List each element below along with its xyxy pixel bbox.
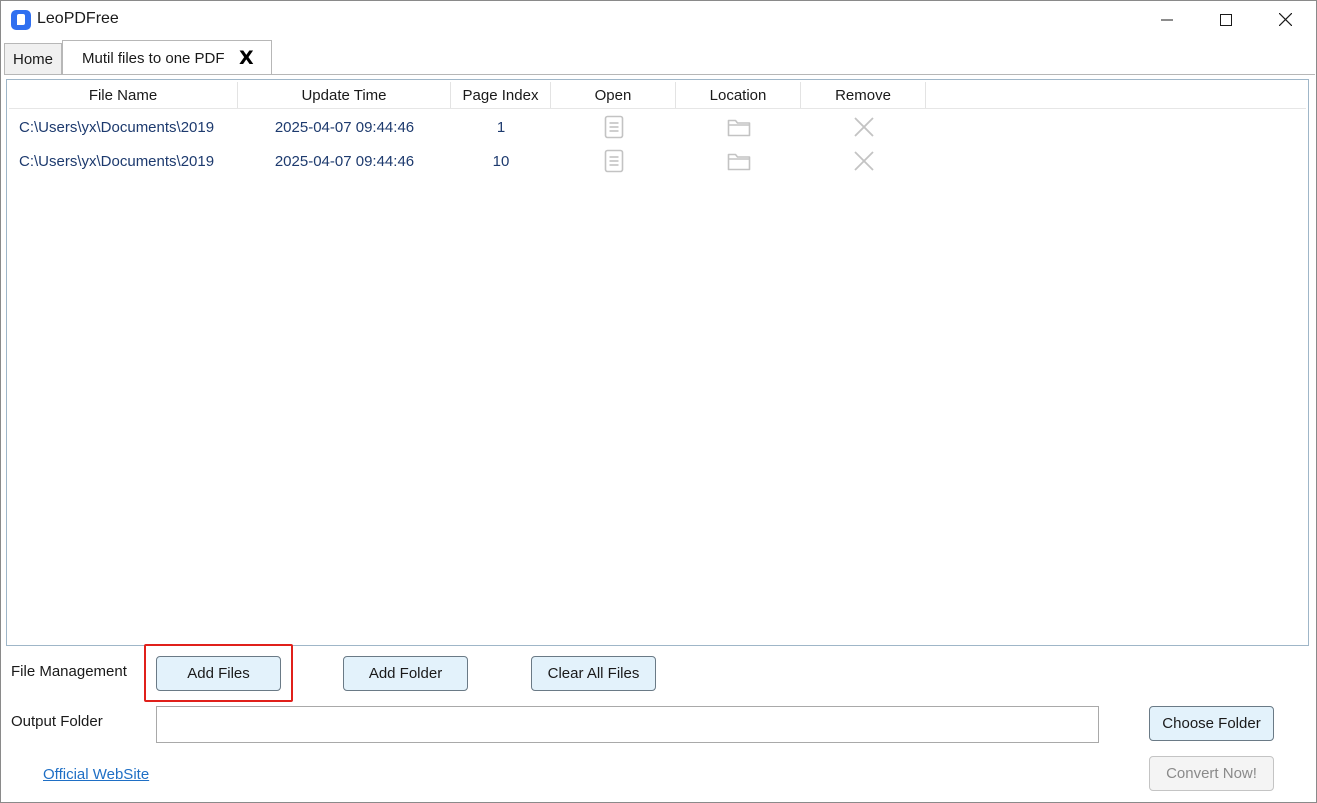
close-window-button[interactable] [1256,1,1314,38]
app-window: LeoPDFree Home Mutil files to one PDF X … [0,0,1317,803]
document-icon [604,149,623,173]
file-name-cell: C:\Users\yx\Documents\2019 [19,118,215,136]
tab-home[interactable]: Home [4,43,62,74]
column-header-file-name[interactable]: File Name [9,82,238,108]
output-folder-input[interactable] [156,706,1099,743]
tab-divider [4,74,1315,75]
app-logo-icon [11,10,31,30]
page-index-cell[interactable]: 10 [451,144,551,178]
maximize-button[interactable] [1197,1,1255,38]
tab-merge-pdf[interactable]: Mutil files to one PDF X [62,40,272,75]
open-file-button[interactable] [551,144,676,178]
tab-home-label: Home [12,50,53,68]
table-row[interactable]: C:\Users\yx\Documents\2019 2025-04-07 09… [9,110,1306,144]
x-icon [853,151,874,171]
remove-file-button[interactable] [801,144,926,178]
file-management-label: File Management [11,663,127,680]
official-website-link[interactable]: Official WebSite [43,766,149,783]
output-folder-label: Output Folder [11,713,103,730]
document-icon [604,115,623,139]
column-header-open[interactable]: Open [551,82,676,108]
folder-icon [727,119,750,137]
column-header-page-index[interactable]: Page Index [451,82,551,108]
open-file-button[interactable] [551,110,676,144]
file-list[interactable]: File Name Update Time Page Index Open Lo… [6,79,1309,646]
open-location-button[interactable] [676,144,801,178]
minimize-button[interactable] [1138,1,1196,38]
page-index-cell[interactable]: 1 [451,110,551,144]
title-bar: LeoPDFree [1,1,1316,38]
column-header-update-time[interactable]: Update Time [238,82,451,108]
window-title: LeoPDFree [37,10,119,27]
update-time-cell: 2025-04-07 09:44:46 [274,152,415,170]
x-icon [853,117,874,137]
tab-merge-pdf-label: Mutil files to one PDF [82,49,225,67]
clear-all-files-button[interactable]: Clear All Files [531,656,656,691]
file-name-cell: C:\Users\yx\Documents\2019 [19,152,215,170]
file-list-header: File Name Update Time Page Index Open Lo… [9,82,1306,109]
remove-file-button[interactable] [801,110,926,144]
folder-icon [727,153,750,171]
choose-folder-button[interactable]: Choose Folder [1149,706,1274,741]
update-time-cell: 2025-04-07 09:44:46 [274,118,415,136]
column-header-remove[interactable]: Remove [801,82,926,108]
add-folder-button[interactable]: Add Folder [343,656,468,691]
minimize-icon [1161,19,1173,20]
add-files-button[interactable]: Add Files [156,656,281,691]
column-header-location[interactable]: Location [676,82,801,108]
convert-now-button[interactable]: Convert Now! [1149,756,1274,791]
tab-close-button[interactable]: X [239,47,254,69]
table-row[interactable]: C:\Users\yx\Documents\2019 2025-04-07 09… [9,144,1306,178]
open-location-button[interactable] [676,110,801,144]
maximize-icon [1220,13,1232,26]
close-icon [1278,13,1292,26]
